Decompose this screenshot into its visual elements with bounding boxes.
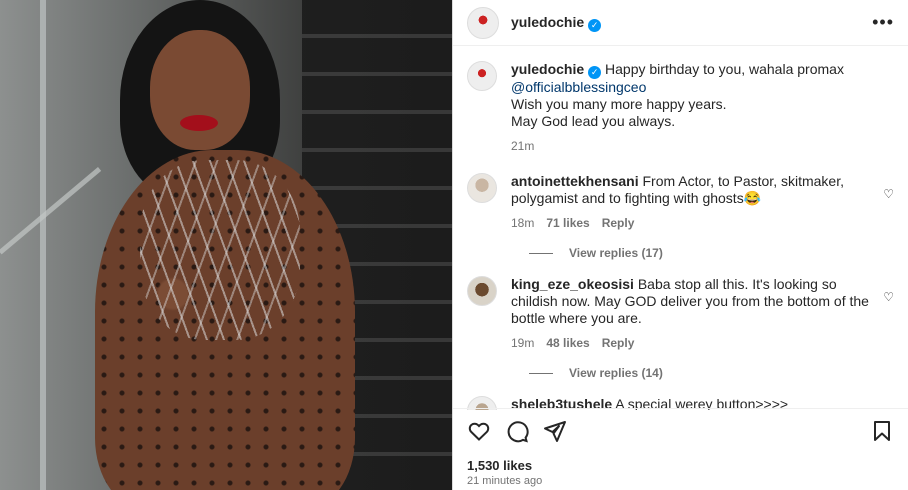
author-avatar[interactable] — [467, 6, 499, 39]
view-replies-label: View replies (17) — [569, 246, 663, 260]
comments-list[interactable]: yuledochie ✓ Happy birthday to you, wahal… — [453, 47, 908, 410]
post-detail-panel: yuledochie ✓ ••• yuledochie ✓ Happy birthd… — [452, 0, 908, 490]
replies-divider — [529, 252, 553, 254]
comment-text-wrap: antoinettekhensani From Actor, to Pastor… — [511, 173, 870, 207]
photo-railing — [40, 0, 46, 490]
more-options-icon[interactable]: ••• — [872, 12, 894, 33]
caption-body: yuledochie ✓ Happy birthday to you, wahal… — [511, 61, 894, 155]
caption-avatar[interactable] — [467, 61, 497, 91]
comment-meta: 18m 71 likes Reply — [511, 215, 870, 232]
author-name-wrap: yuledochie ✓ — [511, 14, 602, 32]
photo-dress-embroidery — [140, 160, 300, 340]
bookmark-icon[interactable] — [870, 419, 894, 443]
caption-line-1: Happy birthday to you, wahala promax — [605, 61, 844, 77]
commenter-avatar[interactable] — [467, 173, 497, 203]
reply-button[interactable]: Reply — [602, 215, 635, 232]
comment-time: 18m — [511, 216, 535, 230]
reply-button[interactable]: Reply — [602, 335, 635, 352]
caption: yuledochie ✓ Happy birthday to you, wahal… — [467, 47, 894, 155]
comment-likes[interactable]: 71 likes — [546, 215, 589, 232]
view-replies-button[interactable]: View replies (14) — [529, 366, 894, 380]
commenter-avatar[interactable] — [467, 276, 497, 306]
commenter-username[interactable]: antoinettekhensani — [511, 173, 639, 189]
replies-divider — [529, 372, 553, 374]
caption-meta: 21m — [511, 138, 894, 155]
commenter-username[interactable]: king_eze_okeosisi — [511, 276, 634, 292]
comment-like-heart-icon[interactable]: ♡ — [883, 187, 894, 201]
author-username[interactable]: yuledochie — [511, 14, 584, 30]
post-photo[interactable] — [0, 0, 452, 490]
caption-mention[interactable]: @officialbblessingceo — [511, 79, 646, 95]
heart-icon[interactable] — [467, 419, 491, 443]
caption-username[interactable]: yuledochie — [511, 61, 584, 77]
comment-likes[interactable]: 48 likes — [546, 335, 589, 352]
comment-text-wrap: king_eze_okeosisi Baba stop all this. It… — [511, 276, 870, 327]
caption-text: yuledochie ✓ Happy birthday to you, wahal… — [511, 61, 894, 130]
comment-item: king_eze_okeosisi Baba stop all this. It… — [467, 276, 894, 352]
caption-time: 21m — [511, 139, 535, 153]
share-icon[interactable] — [543, 419, 567, 443]
comment-item: antoinettekhensani From Actor, to Pastor… — [467, 173, 894, 232]
photo-lips — [180, 115, 218, 131]
post-actions-bar — [453, 408, 908, 452]
comment-body: antoinettekhensani From Actor, to Pastor… — [511, 173, 894, 232]
verified-badge-icon: ✓ — [588, 18, 602, 32]
comment-icon[interactable] — [505, 419, 529, 443]
comment-meta: 19m 48 likes Reply — [511, 335, 870, 352]
verified-badge-icon: ✓ — [588, 66, 602, 79]
comment-like-heart-icon[interactable]: ♡ — [883, 290, 894, 304]
view-replies-label: View replies (14) — [569, 366, 663, 380]
post-timestamp[interactable]: 21 minutes ago — [467, 475, 542, 487]
photo-face — [150, 30, 250, 150]
likes-count[interactable]: 1,530 likes — [467, 458, 532, 473]
comment-time: 19m — [511, 336, 535, 350]
comment-body: king_eze_okeosisi Baba stop all this. It… — [511, 276, 894, 352]
caption-line-2: Wish you many more happy years. — [511, 96, 727, 112]
view-replies-button[interactable]: View replies (17) — [529, 246, 894, 260]
post-header: yuledochie ✓ ••• — [453, 0, 908, 46]
caption-line-3: May God lead you always. — [511, 113, 676, 129]
